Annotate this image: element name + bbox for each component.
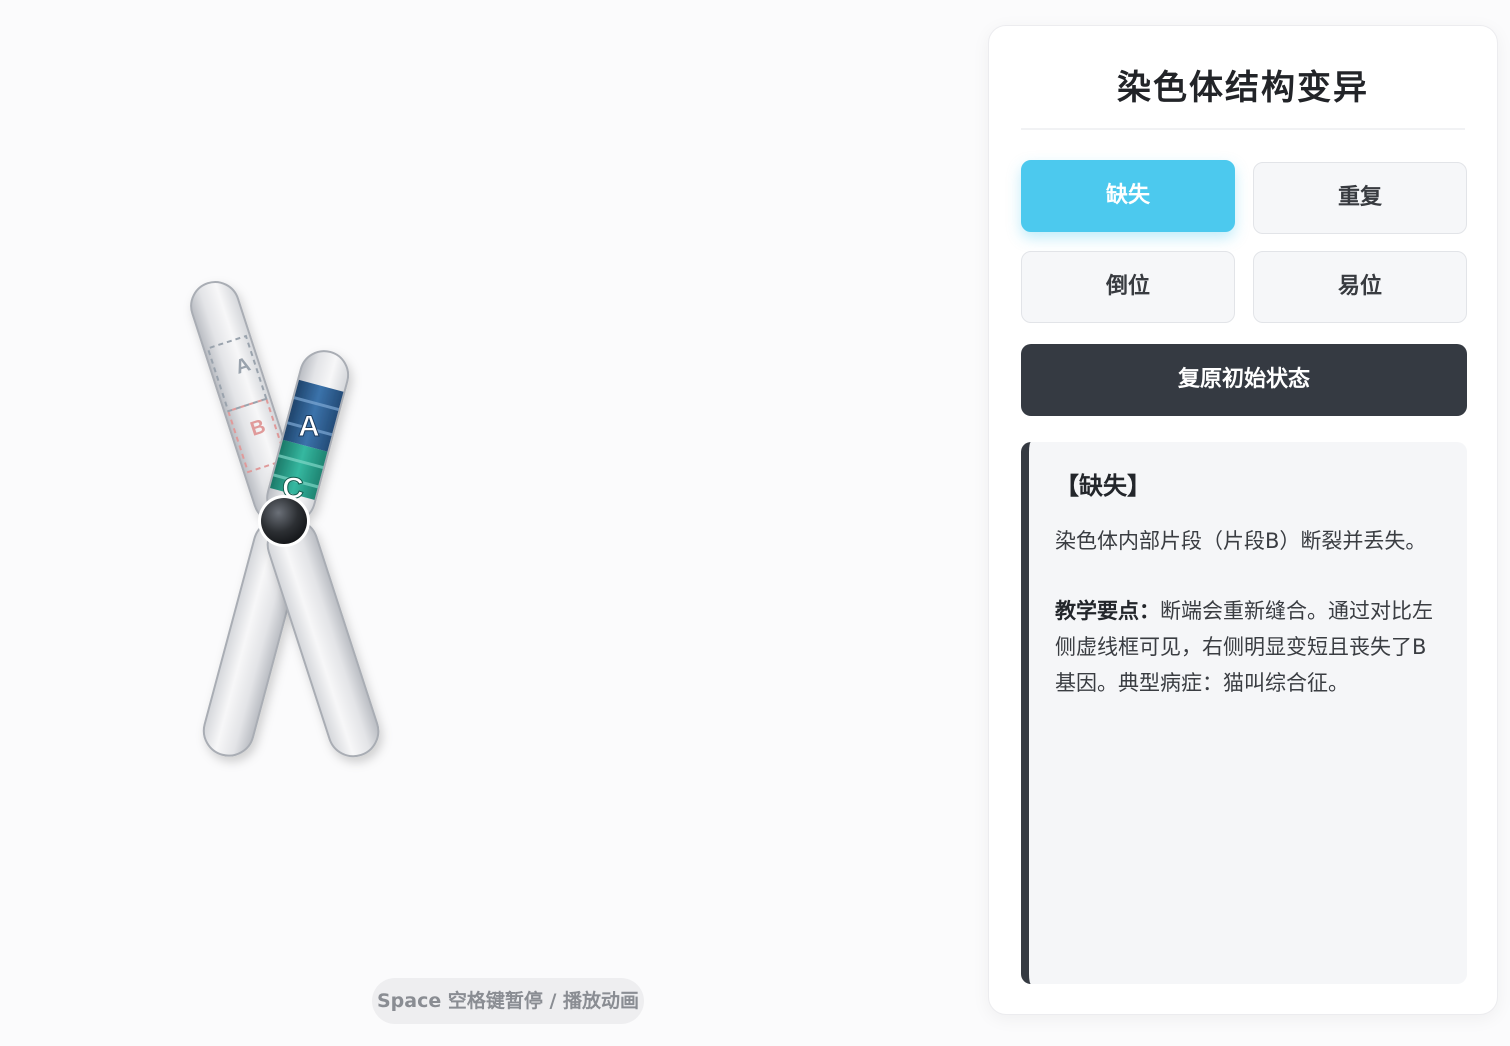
info-key-points: 教学要点：断端会重新缝合。通过对比左侧虚线框可见，右侧明显变短且丧失了B基因。典… xyxy=(1055,593,1437,701)
inversion-button[interactable]: 倒位 xyxy=(1021,251,1235,323)
centromere xyxy=(258,495,310,547)
chromosome-diagram: A B A C xyxy=(190,281,380,758)
translocation-button[interactable]: 易位 xyxy=(1253,251,1467,323)
panel-title: 染色体结构变异 xyxy=(1117,68,1369,108)
title-divider xyxy=(1021,128,1465,130)
info-description: 染色体内部片段（片段B）断裂并丢失。 xyxy=(1055,529,1427,553)
reset-button[interactable]: 复原初始状态 xyxy=(1021,344,1467,416)
keyboard-hint: Space 空格键暂停 / 播放动画 xyxy=(372,978,644,1024)
control-panel: 染色体结构变异 缺失 重复 倒位 易位 复原初始状态 【缺失】 染色体内部片段（… xyxy=(988,25,1498,1015)
info-title: 【缺失】 xyxy=(1055,472,1151,500)
gene-label-a: A xyxy=(298,410,320,443)
deletion-button[interactable]: 缺失 xyxy=(1021,160,1235,232)
chromosome-stage: A B A C Space 空格键暂停 / 播放动画 xyxy=(0,0,980,1046)
info-key-label: 教学要点： xyxy=(1055,599,1160,623)
duplication-button[interactable]: 重复 xyxy=(1253,162,1467,234)
info-card: 【缺失】 染色体内部片段（片段B）断裂并丢失。 教学要点：断端会重新缝合。通过对… xyxy=(1021,442,1467,984)
